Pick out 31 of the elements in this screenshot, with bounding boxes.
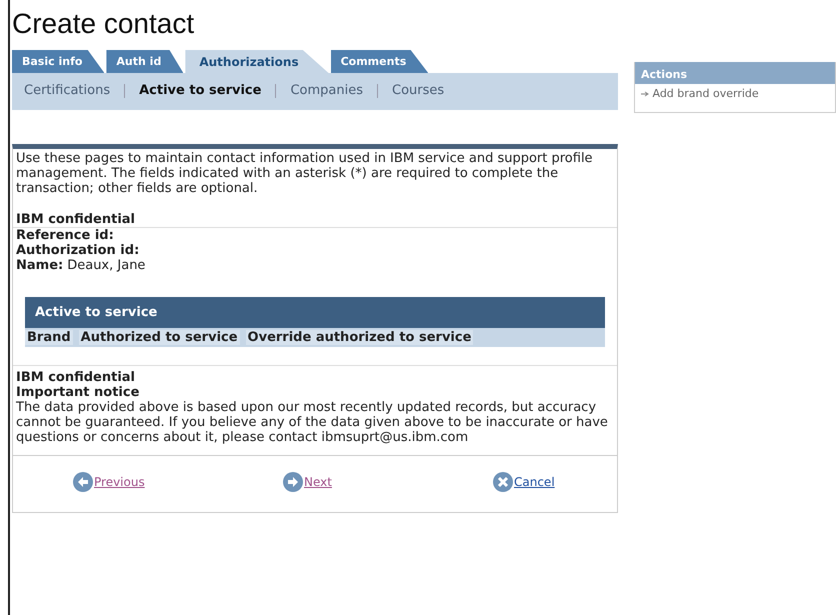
subtab[interactable]: Active to service xyxy=(135,83,266,98)
tab[interactable]: Auth id xyxy=(106,50,184,73)
field-value: Deaux, Jane xyxy=(67,258,146,273)
column-header: Override authorized to service xyxy=(246,330,474,345)
arrow-right-icon xyxy=(283,472,303,492)
next-link[interactable]: Next xyxy=(283,472,493,492)
subtab[interactable]: Courses xyxy=(388,83,448,98)
action-link[interactable]: Add brand override xyxy=(635,84,835,112)
close-icon xyxy=(493,472,513,492)
tab[interactable]: Basic info xyxy=(12,50,104,73)
cancel-link[interactable]: Cancel xyxy=(493,472,555,492)
arrow-right-icon xyxy=(641,90,649,97)
field-label: Authorization id: xyxy=(16,243,140,258)
notice-text: The data provided above is based upon our most recently updated records, but accuracy cannot be guaranteed. If you believe any of the data given above to be inaccurate or have questions or concerns about it, please contact ibmsuprt@us.ibm.com xyxy=(16,400,609,445)
tab[interactable]: Comments xyxy=(330,50,428,73)
intro-text: Use these pages to maintain contact information used in IBM service and support profile management. The fields indicated with an asterisk (*) are required to complete the transaction; other fields are optional. xyxy=(16,151,594,196)
previous-link[interactable]: Previous xyxy=(73,472,283,492)
section-heading: IBM confidential xyxy=(13,212,617,228)
column-header: Brand xyxy=(25,330,73,345)
table-title: Active to service xyxy=(25,297,605,328)
notice-heading: Important notice xyxy=(16,385,140,400)
subtab[interactable]: Companies xyxy=(286,83,368,98)
notice-label: IBM confidential xyxy=(16,370,136,385)
arrow-left-icon xyxy=(73,472,93,492)
tab[interactable]: Authorizations xyxy=(185,50,329,73)
panel-title: Actions xyxy=(635,62,835,84)
subtab[interactable]: Certifications xyxy=(20,83,114,98)
field-label: Reference id: xyxy=(16,228,114,243)
page-title: Create contact xyxy=(12,8,196,40)
field-label: Name: xyxy=(16,258,64,273)
column-header: Authorized to service xyxy=(78,330,240,345)
